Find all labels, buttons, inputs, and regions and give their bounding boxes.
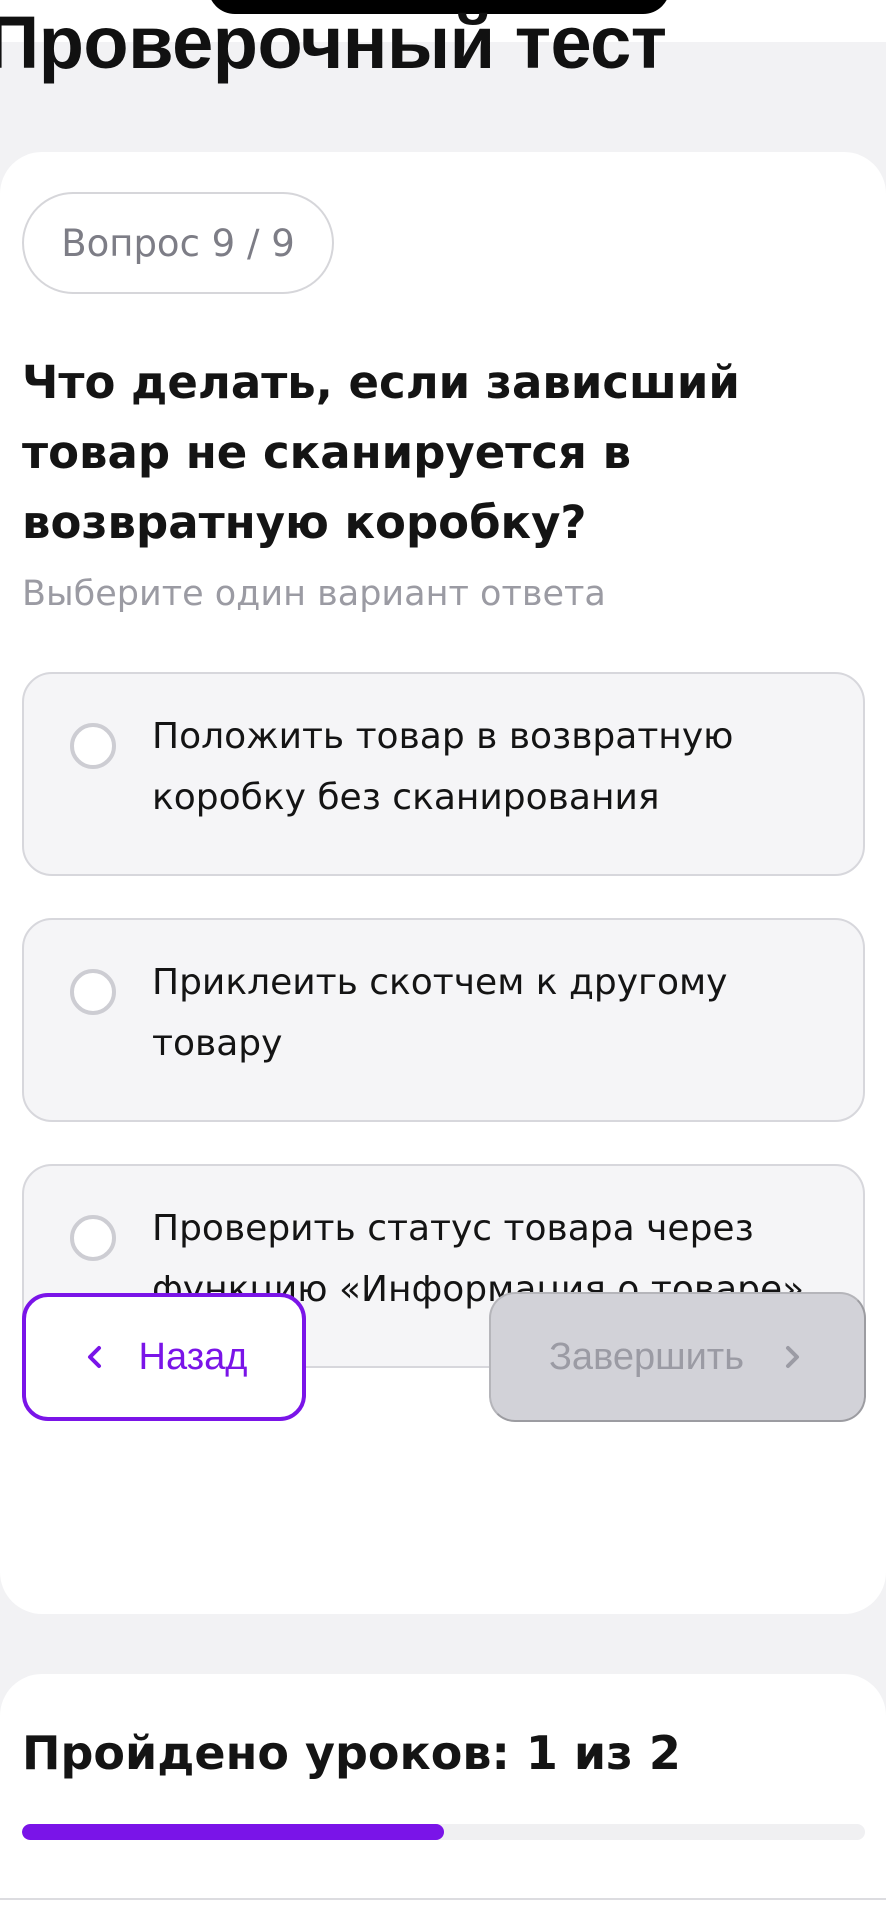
radio-button[interactable] <box>70 723 116 769</box>
lessons-progress-card: Пройдено уроков: 1 из 2 <box>0 1674 886 1920</box>
answer-option-1[interactable]: Положить товар в возвратную коробку без … <box>22 672 865 876</box>
finish-button[interactable]: Завершить <box>489 1292 866 1422</box>
lessons-progress-title: Пройдено уроков: 1 из 2 <box>22 1726 681 1780</box>
divider <box>0 1898 886 1900</box>
question-text: Что делать, если зависший товар не скани… <box>22 356 740 549</box>
back-button-label: Назад <box>138 1335 248 1378</box>
page-title-text: Проверочный тест <box>0 12 667 84</box>
chevron-left-icon <box>81 1343 109 1371</box>
answer-option-2[interactable]: Приклеить скотчем к другому товару <box>22 918 865 1122</box>
answer-option-label: Приклеить скотчем к другому товару <box>152 962 728 1064</box>
radio-button[interactable] <box>70 1215 116 1261</box>
lessons-progress-fill <box>22 1824 444 1840</box>
chevron-right-icon <box>778 1343 806 1371</box>
answer-hint: Выберите один вариант ответа <box>22 574 606 614</box>
question-counter-badge: Вопрос 9 / 9 <box>22 192 334 294</box>
radio-button[interactable] <box>70 969 116 1015</box>
back-button[interactable]: Назад <box>22 1293 306 1421</box>
answer-option-label: Положить товар в возвратную коробку без … <box>152 716 734 818</box>
page-title: Проверочный тест <box>0 12 886 87</box>
finish-button-label: Завершить <box>548 1335 745 1378</box>
lessons-progress-bar <box>22 1824 865 1840</box>
